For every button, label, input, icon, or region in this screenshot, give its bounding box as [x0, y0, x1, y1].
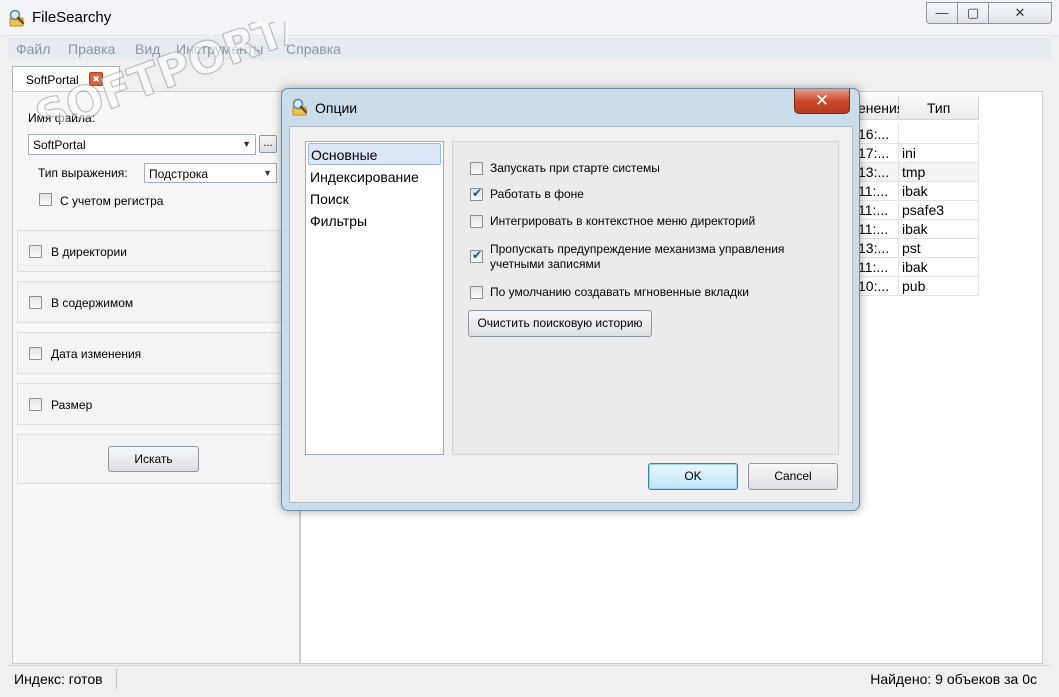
clear-history-button[interactable]: Очистить поисковую историю	[468, 310, 652, 337]
menu-help[interactable]: Справка	[286, 41, 341, 57]
close-icon: ✕	[814, 91, 830, 110]
run-in-background-checkbox[interactable]	[470, 186, 483, 201]
cancel-button[interactable]: Cancel	[748, 463, 838, 490]
table-cell-type[interactable]: pub	[899, 277, 979, 296]
table-row[interactable]: 11:...	[858, 258, 899, 277]
filename-label: Имя файла:	[28, 111, 95, 125]
table-cell-type[interactable]: ibak	[899, 258, 979, 277]
close-button[interactable]: ✕	[988, 2, 1052, 24]
group-content: В содержимом	[17, 281, 288, 323]
size-label: Размер	[51, 398, 93, 412]
table-row[interactable]: 10:...	[858, 277, 899, 296]
category-indexing[interactable]: Индексирование	[308, 166, 441, 188]
instant-tabs-label: По умолчанию создавать мгновенные вкладк…	[490, 285, 749, 299]
instant-tabs-checkbox[interactable]	[470, 286, 483, 299]
date-modified-label: Дата изменения	[51, 347, 142, 361]
magnifier-app-icon	[9, 9, 25, 27]
category-search[interactable]: Поиск	[308, 188, 441, 210]
magnifier-dialog-icon	[292, 98, 308, 116]
table-cell-type[interactable]: psafe3	[899, 201, 979, 220]
chevron-down-icon: ▼	[242, 139, 251, 149]
options-category-list: Основные Индексирование Поиск Фильтры	[305, 141, 444, 455]
context-menu-checkbox[interactable]	[470, 215, 483, 228]
column-header-date[interactable]: енения	[858, 96, 904, 120]
table-cell-type[interactable]: pst	[899, 239, 979, 258]
found-status: Найдено: 9 объеков за 0с	[870, 671, 1037, 687]
title-bar[interactable]: FileSearchy ― ▢ ✕	[0, 0, 1059, 36]
ok-button[interactable]: OK	[648, 463, 738, 490]
date-modified-checkbox[interactable]	[29, 347, 42, 360]
content-checkbox[interactable]	[29, 296, 42, 309]
column-date-label: енения	[858, 100, 905, 116]
menu-file[interactable]: Файл	[16, 41, 50, 57]
size-checkbox[interactable]	[29, 398, 42, 411]
chevron-down-icon: ▼	[263, 168, 272, 178]
index-status: Индекс: готов	[14, 671, 103, 687]
table-cell-type[interactable]: ini	[899, 144, 979, 163]
group-date-modified: Дата изменения	[17, 332, 288, 374]
table-row[interactable]: 13:...	[858, 163, 899, 182]
table-cell-type[interactable]: ibak	[899, 182, 979, 201]
table-cell-type[interactable]	[899, 125, 979, 144]
minimize-icon: ―	[935, 5, 949, 20]
directory-checkbox[interactable]	[29, 245, 42, 258]
tab-close-icon[interactable]: ✖	[89, 72, 103, 86]
category-general[interactable]: Основные	[308, 143, 441, 165]
window-title: FileSearchy	[32, 9, 112, 26]
options-dialog: Опции ✕ Основные Индексирование Поиск Фи…	[281, 88, 860, 511]
browse-button[interactable]: ...	[259, 135, 277, 153]
expr-type-select[interactable]: Подстрока ▼	[144, 163, 277, 183]
tab-label: SoftPortal	[26, 73, 79, 87]
maximize-icon: ▢	[966, 5, 980, 20]
table-row[interactable]: 13:...	[858, 239, 899, 258]
dialog-close-button[interactable]: ✕	[794, 89, 850, 114]
directory-label: В директории	[51, 245, 127, 259]
general-options-panel: Запускать при старте системы Работать в …	[452, 141, 839, 455]
content-label: В содержимом	[51, 296, 134, 310]
menu-bar: Файл Правка Вид Инструменты Справка	[8, 38, 1051, 60]
table-row[interactable]: 11:...	[858, 220, 899, 239]
case-sensitive-checkbox[interactable]	[39, 193, 52, 206]
status-bar: Индекс: готов Найдено: 9 объеков за 0с	[8, 665, 1051, 691]
skip-uac-warning-label: Пропускать предупреждение механизма упра…	[490, 242, 785, 271]
run-in-background-label: Работать в фоне	[490, 187, 584, 201]
column-type-label: Тип	[927, 100, 951, 116]
table-cell-type[interactable]: ibak	[899, 220, 979, 239]
category-filters[interactable]: Фильтры	[308, 210, 441, 232]
status-divider	[116, 669, 117, 689]
column-header-type[interactable]: Тип	[899, 96, 979, 120]
context-menu-label: Интегрировать в контекстное меню директо…	[490, 214, 756, 228]
menu-tools[interactable]: Инструменты	[176, 41, 263, 57]
group-directory: В директории	[17, 230, 288, 272]
dialog-title: Опции	[315, 100, 358, 116]
table-row[interactable]: 11:...	[858, 201, 899, 220]
close-icon: ✕	[1014, 5, 1026, 20]
table-cell-type[interactable]: tmp	[899, 163, 979, 182]
maximize-button[interactable]: ▢	[957, 2, 989, 24]
filename-combo[interactable]: SoftPortal ▼	[28, 134, 256, 155]
start-with-system-label: Запускать при старте системы	[490, 161, 660, 175]
expr-type-value: Подстрока	[149, 167, 209, 181]
group-size: Размер	[17, 383, 288, 425]
tab-softportal[interactable]: SoftPortal ✖	[12, 66, 120, 92]
table-row[interactable]: 16:...	[858, 125, 899, 144]
search-button[interactable]: Искать	[108, 446, 199, 472]
table-row[interactable]: 17:...	[858, 144, 899, 163]
skip-uac-warning-checkbox[interactable]	[470, 248, 483, 263]
dialog-body: Основные Индексирование Поиск Фильтры За…	[289, 126, 853, 503]
menu-edit[interactable]: Правка	[68, 41, 115, 57]
minimize-button[interactable]: ―	[926, 2, 958, 24]
table-row[interactable]: 11:...	[858, 182, 899, 201]
start-with-system-checkbox[interactable]	[470, 162, 483, 175]
expr-type-label: Тип выражения:	[38, 166, 128, 180]
menu-view[interactable]: Вид	[135, 41, 160, 57]
filename-value: SoftPortal	[33, 138, 86, 152]
case-sensitive-label: С учетом регистра	[60, 194, 164, 208]
